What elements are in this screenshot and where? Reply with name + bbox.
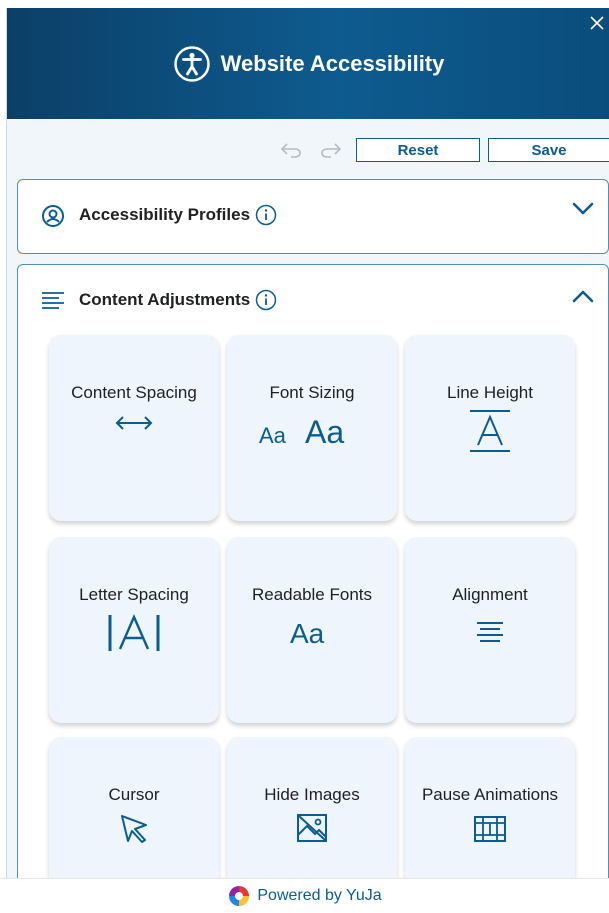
alignment-icon (405, 621, 575, 643)
close-icon[interactable] (586, 12, 608, 34)
readable-fonts-card[interactable]: Readable Fonts Aa (227, 537, 397, 723)
accessibility-profiles-section: Accessibility Profiles (17, 179, 609, 254)
hide-images-icon (227, 813, 397, 843)
content-spacing-card[interactable]: Content Spacing (49, 335, 219, 521)
profile-user-icon (41, 204, 65, 233)
info-icon[interactable] (255, 204, 277, 226)
card-label: Hide Images (264, 785, 360, 804)
alignment-card[interactable]: Alignment (405, 537, 575, 723)
info-icon[interactable] (255, 289, 277, 311)
card-label: Letter Spacing (79, 585, 189, 604)
svg-text:Aa: Aa (259, 423, 287, 447)
readable-font-icon: Aa (227, 615, 397, 649)
undo-icon[interactable] (279, 140, 303, 165)
letter-spacing-icon (49, 613, 219, 653)
card-label: Font Sizing (269, 383, 355, 402)
hide-images-card[interactable]: Hide Images (227, 737, 397, 878)
pause-animations-card[interactable]: Pause Animations (405, 737, 575, 878)
content-adjustments-section: Content Adjustments Content Spacing Font… (17, 264, 609, 878)
profiles-title: Accessibility Profiles (79, 205, 251, 224)
chevron-down-icon[interactable] (572, 202, 594, 221)
card-label: Cursor (108, 785, 160, 804)
content-adjustments-title: Content Adjustments (79, 290, 251, 309)
card-label: Line Height (446, 383, 533, 402)
chevron-up-icon[interactable] (572, 289, 594, 308)
cursor-icon (49, 813, 219, 843)
content-adjustments-header[interactable]: Content Adjustments (18, 265, 608, 335)
yuja-logo-icon (227, 884, 251, 908)
profiles-header[interactable]: Accessibility Profiles (18, 180, 608, 250)
svg-text:Aa: Aa (290, 618, 325, 649)
save-button[interactable]: Save (488, 138, 609, 162)
toolbar: Reset Save (7, 136, 609, 166)
letter-spacing-card[interactable]: Letter Spacing (49, 537, 219, 723)
font-sizing-card[interactable]: Font Sizing Aa Aa (227, 335, 397, 521)
accessibility-icon (173, 45, 211, 83)
footer: Powered by YuJa (0, 878, 609, 913)
card-label: Alignment (452, 585, 528, 604)
card-label: Content Spacing (71, 383, 197, 402)
line-height-card[interactable]: Line Height (405, 335, 575, 521)
panel-title: Website Accessibility (220, 50, 445, 76)
redo-icon[interactable] (319, 140, 343, 165)
reset-button[interactable]: Reset (356, 138, 480, 162)
accessibility-panel: Website Accessibility Reset Save Accessi… (6, 8, 609, 878)
card-label: Pause Animations (421, 785, 559, 804)
svg-text:Aa: Aa (305, 414, 344, 447)
film-icon (405, 815, 575, 843)
double-arrow-icon (49, 413, 219, 433)
panel-header: Website Accessibility (7, 8, 609, 119)
lines-icon (41, 291, 65, 314)
card-label: Readable Fonts (251, 585, 373, 604)
powered-by-link[interactable]: Powered by YuJa (257, 887, 381, 905)
line-height-icon (405, 409, 575, 453)
cursor-card[interactable]: Cursor (49, 737, 219, 878)
font-size-icon: Aa Aa (227, 413, 397, 447)
